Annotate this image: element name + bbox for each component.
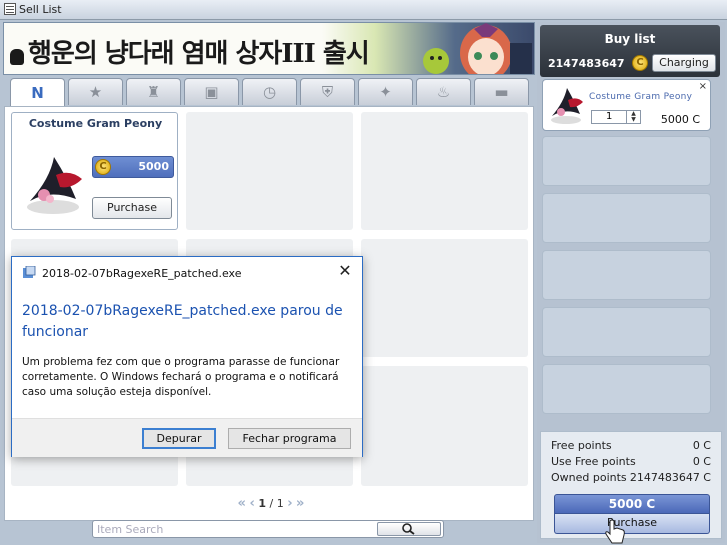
close-icon[interactable]: ×	[699, 81, 707, 92]
tab-etc[interactable]: ▬	[474, 78, 529, 105]
box-icon: ▣	[204, 83, 219, 101]
spinner-arrows-icon[interactable]: ▲ ▼	[626, 111, 640, 123]
dialog-titlebar: 2018-02-07bRagexeRE_patched.exe ✕	[12, 257, 362, 287]
pagination: « ‹ 1 / 1 › »	[216, 496, 326, 512]
empty-item-slot	[186, 112, 353, 230]
tab-consumables[interactable]: ♨	[416, 78, 471, 105]
tab-rental[interactable]: ◷	[242, 78, 297, 105]
empty-item-slot	[361, 366, 528, 486]
points-balance: 2147483647	[548, 57, 625, 70]
witch-hat-icon	[27, 157, 82, 214]
potion-icon: ♨	[436, 83, 451, 101]
current-page: 1	[258, 497, 266, 510]
clock-icon: ◷	[262, 83, 277, 101]
empty-item-slot	[361, 112, 528, 230]
buy-list-header: Buy list 2147483647 C Charging	[540, 25, 720, 77]
empty-cart-slot	[542, 136, 711, 186]
dialog-heading: 2018-02-07bRagexeRE_patched.exe parou de…	[22, 303, 343, 340]
last-page-icon[interactable]: »	[296, 496, 304, 511]
shield-icon: ⛨	[321, 83, 334, 101]
empty-cart-slot	[542, 307, 711, 357]
first-page-icon[interactable]: «	[238, 496, 246, 511]
item-card[interactable]: Costume Gram Peony C 5000 Purchase	[11, 112, 178, 230]
debug-button[interactable]: Depurar	[142, 428, 216, 449]
dialog-title: 2018-02-07bRagexeRE_patched.exe	[42, 267, 242, 280]
empty-cart-slot	[542, 364, 711, 414]
quantity-value: 1	[606, 111, 613, 122]
hand-cursor-icon	[605, 519, 625, 544]
total-price: 5000 C	[554, 494, 710, 514]
purchase-button[interactable]: Purchase	[554, 514, 710, 534]
witch-hat-icon	[551, 88, 583, 124]
total-pages: 1	[276, 497, 284, 510]
cat-silhouette-icon	[10, 49, 24, 65]
item-name: Costume Gram Peony	[28, 117, 163, 130]
search-button[interactable]	[377, 522, 441, 536]
use-free-points-row[interactable]: Use Free points 0 C	[551, 455, 711, 468]
promo-banner[interactable]: 행운의 냥다래 염매 상자III 출시	[3, 22, 535, 75]
prev-page-icon[interactable]: ‹	[249, 496, 254, 511]
empty-cart-slot	[542, 250, 711, 300]
window-title: Sell List	[19, 3, 62, 16]
owned-points-value: 2147483647 C	[629, 471, 711, 484]
tab-new[interactable]: N	[10, 78, 65, 107]
purchase-summary: Free points 0 C Use Free points 0 C Owne…	[540, 431, 722, 539]
coin-icon: C	[95, 159, 111, 175]
cart-item: Costume Gram Peony × 1 ▲ ▼ 5000 C	[542, 79, 711, 131]
costume-icon: ♜	[146, 83, 161, 101]
empty-item-slot	[361, 239, 528, 357]
free-points-row: Free points 0 C	[551, 439, 711, 452]
dialog-message: Um problema fez com que o programa paras…	[22, 356, 340, 398]
buy-list-title: Buy list	[604, 32, 656, 46]
coin-icon: C	[632, 55, 648, 71]
charging-button[interactable]: Charging	[652, 54, 716, 72]
tab-box[interactable]: ▣	[184, 78, 239, 105]
sell-list-window: 행운의 냥다래 염매 상자III 출시 N ★ ♜ ▣ ◷ ⛨ ✦ ♨ ▬ Co…	[0, 20, 727, 545]
sparkle-icon: ✦	[379, 83, 392, 101]
folder-icon: ▬	[494, 83, 509, 101]
banner-text: 행운의 냥다래 염매 상자III 출시	[28, 39, 370, 69]
tab-favorites[interactable]: ★	[68, 78, 123, 105]
category-tabs: N ★ ♜ ▣ ◷ ⛨ ✦ ♨ ▬	[10, 78, 532, 107]
app-titlebar: Sell List	[0, 0, 727, 20]
item-search: Item Search	[92, 520, 444, 538]
star-icon: ★	[88, 83, 103, 101]
empty-cart-slot	[542, 193, 711, 243]
banner-character-image	[423, 23, 532, 74]
tab-equipment[interactable]: ⛨	[300, 78, 355, 105]
next-page-icon[interactable]: ›	[287, 496, 292, 511]
window-icon	[4, 3, 16, 15]
search-input[interactable]: Item Search	[97, 523, 163, 536]
search-icon	[402, 523, 415, 535]
item-price-value: 5000	[138, 160, 169, 173]
use-free-points-value: 0 C	[692, 455, 711, 468]
quantity-stepper[interactable]: 1 ▲ ▼	[591, 110, 641, 124]
error-dialog: 2018-02-07bRagexeRE_patched.exe ✕ 2018-0…	[11, 256, 363, 457]
cart-item-name: Costume Gram Peony	[589, 92, 693, 102]
app-icon	[23, 266, 36, 278]
tab-new-label: N	[31, 84, 44, 102]
tab-costume[interactable]: ♜	[126, 78, 181, 105]
close-icon[interactable]: ✕	[336, 262, 354, 280]
owned-points-label: Owned points	[551, 471, 627, 484]
cart-item-price: 5000 C	[660, 113, 700, 126]
page-separator: /	[269, 497, 274, 510]
tab-enchant[interactable]: ✦	[358, 78, 413, 105]
use-free-points-label: Use Free points	[551, 455, 636, 468]
buy-list-panel: Buy list 2147483647 C Charging Costume G…	[537, 22, 725, 543]
item-purchase-button[interactable]: Purchase	[92, 197, 172, 219]
owned-points-row: Owned points 2147483647 C	[551, 471, 711, 484]
item-price: C 5000	[92, 156, 174, 178]
free-points-label: Free points	[551, 439, 612, 452]
dialog-footer: Depurar Fechar programa	[12, 418, 362, 457]
free-points-value: 0 C	[692, 439, 711, 452]
close-program-button[interactable]: Fechar programa	[228, 428, 351, 449]
